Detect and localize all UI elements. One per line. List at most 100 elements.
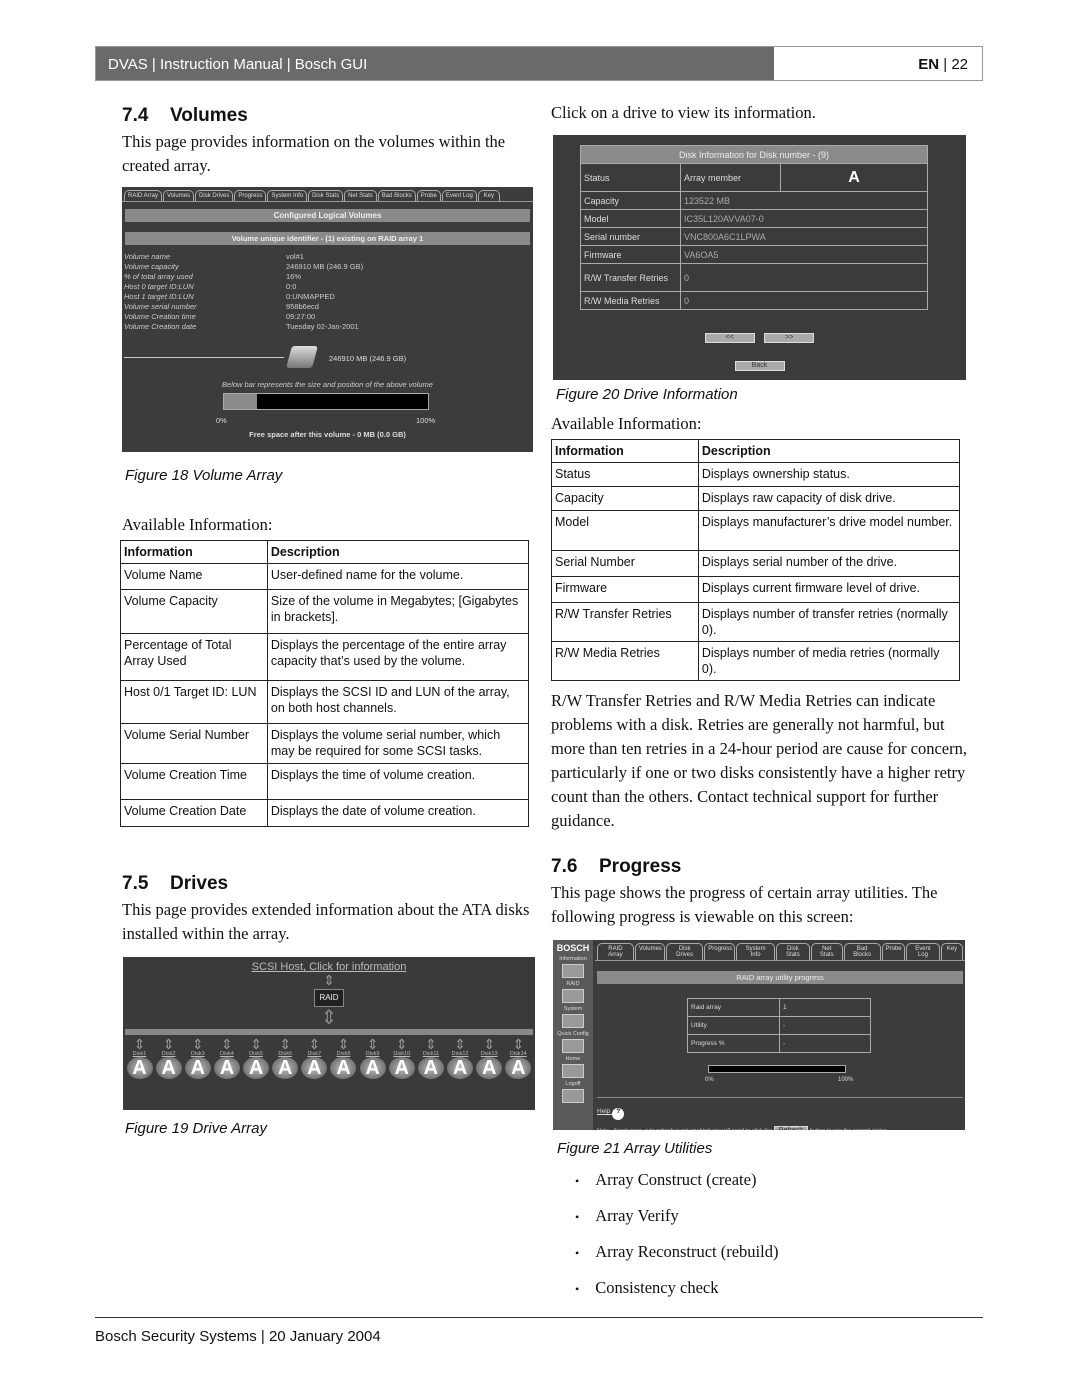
information-cell: Serial Number — [551, 550, 699, 577]
bar-max-label: 100% — [416, 416, 436, 425]
tab-volumes[interactable]: Volumes — [634, 943, 666, 960]
progress-intro: This page shows the progress of certain … — [551, 883, 938, 926]
tab-disk-stats[interactable]: Disk Stats — [775, 943, 810, 960]
column-header: Description — [697, 439, 961, 463]
prev-disk-button[interactable]: << — [704, 333, 755, 343]
tab-disk-drives[interactable]: Disk Drives — [666, 943, 704, 960]
disk-field-value: VA6OA5 — [680, 245, 928, 264]
disk-item[interactable]: ⇕ Disk5 A — [242, 1037, 271, 1079]
tab-event-log[interactable]: Event Log — [905, 943, 940, 960]
disk-item[interactable]: ⇕ Disk6 A — [271, 1037, 300, 1079]
tab-system-info[interactable]: System Info — [267, 190, 308, 201]
disk-info-title: Disk Information for Disk number - (9) — [580, 145, 928, 164]
tab-probe[interactable]: Probe — [416, 190, 441, 201]
disk-item[interactable]: ⇕ Disk8 A — [329, 1037, 358, 1079]
description-cell: Displays the percentage of the entire ar… — [266, 633, 530, 681]
refresh-button[interactable]: Refresh — [773, 1126, 809, 1130]
information-cell: Firmware — [551, 576, 699, 603]
disk-status-icon: A — [417, 1057, 444, 1079]
raid-icon — [562, 989, 584, 1003]
progress-table: Raid array 1 Utility - Progress % - — [687, 998, 871, 1053]
disk-field-label: Capacity — [580, 191, 681, 210]
tab-net-stats[interactable]: Net Stats — [810, 943, 843, 960]
disk-item[interactable]: ⇕ Disk10 A — [387, 1037, 416, 1079]
section-heading-drives: 7.5 Drives — [122, 873, 229, 894]
back-button[interactable]: Back — [734, 361, 785, 371]
disk-item[interactable]: ⇕ Disk1 A — [125, 1037, 154, 1079]
tab-progress[interactable]: Progress — [704, 943, 736, 960]
free-space-text: Free space after this volume - 0 MB (0.0… — [249, 430, 406, 439]
table-row: Volume Creation Time Displays the time of… — [120, 763, 530, 800]
disk-item[interactable]: ⇕ Disk9 A — [358, 1037, 387, 1079]
tab-probe[interactable]: Probe — [881, 943, 905, 960]
figure-array-utilities: BOSCH Information RAID System Quick Config H… — [553, 940, 965, 1130]
description-cell: Displays raw capacity of disk drive. — [697, 486, 961, 511]
bar-min-label: 0% — [216, 416, 227, 425]
side-nav-label: RAID — [566, 981, 580, 987]
disk-item[interactable]: ⇕ Disk11 A — [416, 1037, 445, 1079]
side-nav-system[interactable]: System — [553, 1006, 593, 1028]
disk-item[interactable]: ⇕ Disk2 A — [154, 1037, 183, 1079]
disk-item[interactable]: ⇕ Disk14 A — [504, 1037, 533, 1079]
figure-drive-array: SCSI Host, Click for information ⇕ RAID … — [123, 957, 535, 1110]
description-cell: Displays the date of volume creation. — [266, 799, 530, 827]
disk-item[interactable]: ⇕ Disk13 A — [475, 1037, 504, 1079]
side-nav-logoff[interactable]: Logoff — [553, 1081, 593, 1103]
tab-bad-blocks[interactable]: Bad Blocks — [377, 190, 416, 201]
disk-status-icon: A — [388, 1057, 415, 1079]
disk-field-label: R/W Media Retries — [580, 291, 681, 310]
table-row: Status Array member A — [580, 163, 928, 192]
side-nav-quick-config[interactable]: Quick Config — [553, 1031, 593, 1053]
tab-progress[interactable]: Progress — [234, 190, 267, 201]
figure-20-caption: Figure 20 Drive Information — [556, 386, 738, 403]
description-cell: Displays serial number of the drive. — [697, 550, 961, 577]
list-item-text: Array Verify — [595, 1206, 679, 1225]
disk-item[interactable]: ⇕ Disk4 A — [212, 1037, 241, 1079]
disk-status-icon: A — [476, 1057, 503, 1079]
tab-net-stats[interactable]: Net Stats — [344, 190, 377, 201]
raid-controller[interactable]: RAID — [314, 989, 344, 1007]
disk-item[interactable]: ⇕ Disk3 A — [183, 1037, 212, 1079]
information-cell: R/W Transfer Retries — [551, 602, 699, 642]
table-row: Progress % - — [687, 1034, 871, 1053]
side-nav-information[interactable]: Information — [553, 956, 593, 978]
tab-system-info[interactable]: System Info — [736, 943, 775, 960]
volume-details: Volume name vol#1 Volume capacity 246910 MB… — [122, 252, 533, 332]
side-nav-label: Logoff — [565, 1081, 581, 1087]
tab-strip: RAID Array Volumes Disk Drives Progress Syst… — [595, 940, 965, 961]
arrow-icon: ⇕ — [162, 1036, 175, 1052]
utility-progress-bar-title: RAID array utility progress — [597, 971, 963, 984]
detail-value: 0:UNMAPPED — [286, 292, 335, 301]
disk-item[interactable]: ⇕ Disk7 A — [300, 1037, 329, 1079]
tab-volumes[interactable]: Volumes — [163, 190, 195, 201]
detail-label: % of total array used — [124, 272, 193, 281]
arrow-icon: ⇕ — [320, 1007, 338, 1029]
information-cell: Capacity — [551, 486, 699, 511]
bullet-icon: • — [575, 1210, 580, 1224]
tab-disk-drives[interactable]: Disk Drives — [195, 190, 234, 201]
table-row: Volume Creation Date Displays the date of… — [120, 799, 530, 827]
side-nav-home[interactable]: Home — [553, 1056, 593, 1078]
drive-info-table: Information Description Status Displays own… — [551, 439, 961, 681]
description-cell: Size of the volume in Megabytes; [Gigaby… — [266, 589, 530, 634]
tab-key[interactable]: Key — [940, 943, 963, 960]
tab-bad-blocks[interactable]: Bad Blocks — [843, 943, 881, 960]
information-cell: Percentage of Total Array Used — [120, 633, 268, 681]
tab-event-log[interactable]: Event Log — [441, 190, 477, 201]
table-row: Capacity 123522 MB — [580, 191, 928, 210]
tab-key[interactable]: Key — [477, 190, 500, 201]
side-nav-label: Quick Config — [557, 1031, 589, 1037]
header-lang: EN — [918, 56, 940, 73]
description-cell: Displays the time of volume creation. — [266, 763, 530, 800]
tab-raid-array[interactable]: RAID Array — [597, 943, 634, 960]
disk-status-icon: A — [213, 1057, 240, 1079]
disk-item[interactable]: ⇕ Disk12 A — [446, 1037, 475, 1079]
side-nav-raid[interactable]: RAID — [553, 981, 593, 1003]
detail-value: 0:0 — [286, 282, 297, 291]
volume-position-fill — [224, 394, 257, 409]
home-icon — [562, 1064, 584, 1078]
tab-disk-stats[interactable]: Disk Stats — [308, 190, 344, 201]
help-link[interactable]: Help — [597, 1108, 610, 1115]
next-disk-button[interactable]: >> — [764, 333, 815, 343]
tab-raid-array[interactable]: RAID Array — [124, 190, 163, 201]
